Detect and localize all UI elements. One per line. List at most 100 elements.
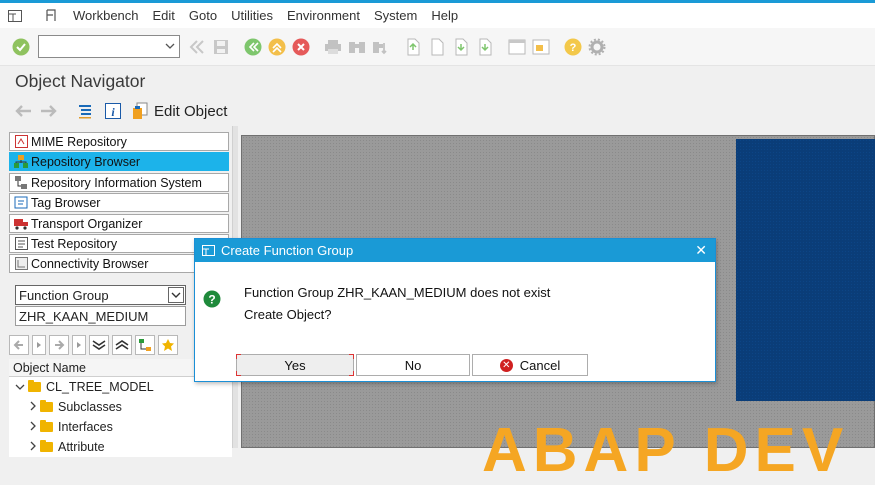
page-title: Object Navigator	[15, 71, 146, 91]
menu-bar: Workbench Edit Goto Utilities Environmen…	[0, 3, 875, 28]
menu-system[interactable]: System	[374, 8, 417, 23]
info-system-icon	[14, 176, 28, 190]
chevron-right-icon[interactable]	[29, 400, 37, 414]
print-icon[interactable]	[324, 38, 342, 56]
repository-browser-icon	[14, 155, 28, 169]
exit-icon[interactable]	[268, 38, 286, 56]
question-icon: ?	[203, 290, 221, 311]
collapse-all-icon[interactable]	[112, 335, 132, 355]
nav-label: Test Repository	[31, 236, 118, 251]
arrow-right-icon[interactable]	[40, 102, 58, 120]
focus-corner	[236, 371, 241, 376]
object-tree: CL_TREE_MODEL Subclasses Interfaces Attr…	[9, 377, 232, 457]
menu-goto[interactable]: Goto	[189, 8, 217, 23]
tree-node-root[interactable]: CL_TREE_MODEL	[15, 377, 154, 397]
title-bar: Object Navigator	[0, 66, 875, 96]
create-function-group-dialog: Create Function Group ✕ ? Function Group…	[194, 238, 716, 382]
object-name-input[interactable]: ZHR_KAAN_MEDIUM	[15, 306, 186, 326]
focus-corner	[349, 354, 354, 359]
folder-icon	[28, 380, 41, 392]
tree-node-label: Subclasses	[58, 400, 122, 414]
dialog-title: Create Function Group	[221, 243, 354, 258]
nav-tag-browser[interactable]: Tag Browser	[9, 193, 229, 212]
nav-label: Tag Browser	[31, 195, 101, 210]
system-menu-icon[interactable]	[7, 9, 23, 23]
expand-all-icon[interactable]	[89, 335, 109, 355]
mime-icon	[14, 135, 28, 149]
cancel-button[interactable]: ✕ Cancel	[472, 354, 588, 376]
layout-menu-icon[interactable]	[43, 9, 59, 23]
help-icon[interactable]: ?	[564, 38, 582, 56]
menu-edit[interactable]: Edit	[153, 8, 175, 23]
enter-check-icon[interactable]	[12, 38, 30, 56]
nav-transport-organizer[interactable]: Transport Organizer	[9, 214, 229, 233]
find-next-icon[interactable]	[372, 38, 390, 56]
truck-icon	[14, 217, 28, 231]
create-session-icon[interactable]	[508, 38, 526, 56]
svg-text:?: ?	[570, 42, 577, 54]
chevron-right-icon[interactable]	[29, 420, 37, 434]
hierarchy-icon[interactable]	[76, 102, 94, 120]
no-button[interactable]: No	[356, 354, 470, 376]
tree-forward-dropdown-icon[interactable]	[72, 335, 86, 355]
test-icon	[14, 237, 28, 251]
object-type-select[interactable]: Function Group	[15, 285, 186, 305]
dialog-message-line2: Create Object?	[244, 307, 332, 322]
first-page-icon[interactable]	[404, 38, 422, 56]
info-icon[interactable]: i	[104, 102, 122, 120]
command-input[interactable]	[39, 36, 159, 57]
menu-environment[interactable]: Environment	[287, 8, 360, 23]
chevron-down-icon[interactable]	[15, 380, 25, 394]
edit-object-icon[interactable]	[132, 102, 150, 120]
folder-icon	[40, 400, 53, 412]
last-page-icon[interactable]	[476, 38, 494, 56]
back-icon[interactable]	[244, 38, 262, 56]
close-icon[interactable]: ✕	[695, 242, 707, 259]
svg-text:?: ?	[208, 293, 215, 307]
tree-back-icon[interactable]	[9, 335, 29, 355]
tree-node-label: CL_TREE_MODEL	[46, 380, 154, 394]
nav-label: Transport Organizer	[31, 216, 143, 231]
nav-mime-repository[interactable]: MIME Repository	[9, 132, 229, 151]
system-toolbar: ?	[0, 28, 875, 66]
tree-forward-icon[interactable]	[49, 335, 69, 355]
menu-help[interactable]: Help	[431, 8, 458, 23]
command-field[interactable]	[38, 35, 180, 58]
tree-node-label: Attribute	[58, 440, 105, 454]
chevron-right-icon[interactable]	[29, 440, 37, 454]
settings-gear-icon[interactable]	[588, 38, 606, 56]
nav-repository-information-system[interactable]: Repository Information System	[9, 173, 229, 192]
cancel-icon[interactable]	[292, 38, 310, 56]
favorites-star-icon[interactable]	[158, 335, 178, 355]
next-page-icon[interactable]	[452, 38, 470, 56]
menu-workbench[interactable]: Workbench	[73, 8, 139, 23]
tree-node-attribute[interactable]: Attribute	[29, 437, 105, 457]
find-icon[interactable]	[348, 38, 366, 56]
object-type-value: Function Group	[19, 287, 109, 303]
chevron-down-icon[interactable]	[168, 287, 184, 303]
shortcut-icon[interactable]	[532, 38, 550, 56]
menu-utilities[interactable]: Utilities	[231, 8, 273, 23]
edit-object-button[interactable]: Edit Object	[154, 103, 227, 120]
nav-label: Connectivity Browser	[31, 256, 149, 271]
application-toolbar: i Edit Object	[0, 96, 875, 126]
tree-node-subclasses[interactable]: Subclasses	[29, 397, 122, 417]
focus-corner	[236, 354, 241, 359]
chevron-down-icon[interactable]	[164, 40, 176, 55]
dialog-message-line1: Function Group ZHR_KAAN_MEDIUM does not …	[244, 285, 551, 300]
tree-back-dropdown-icon[interactable]	[32, 335, 46, 355]
prev-page-icon[interactable]	[428, 38, 446, 56]
back-double-icon[interactable]	[188, 38, 206, 56]
yes-button[interactable]: Yes	[236, 354, 354, 376]
tree-node-interfaces[interactable]: Interfaces	[29, 417, 113, 437]
decorative-panel	[736, 139, 875, 401]
nav-repository-browser[interactable]: Repository Browser	[9, 152, 229, 171]
object-name-value: ZHR_KAAN_MEDIUM	[19, 308, 149, 324]
connectivity-icon	[14, 257, 28, 271]
arrow-left-icon[interactable]	[14, 102, 32, 120]
save-icon[interactable]	[212, 38, 230, 56]
dialog-title-bar[interactable]: Create Function Group ✕	[195, 239, 715, 262]
tree-toolbar	[9, 335, 181, 355]
tree-structure-icon[interactable]	[135, 335, 155, 355]
nav-label: Repository Browser	[31, 154, 141, 169]
